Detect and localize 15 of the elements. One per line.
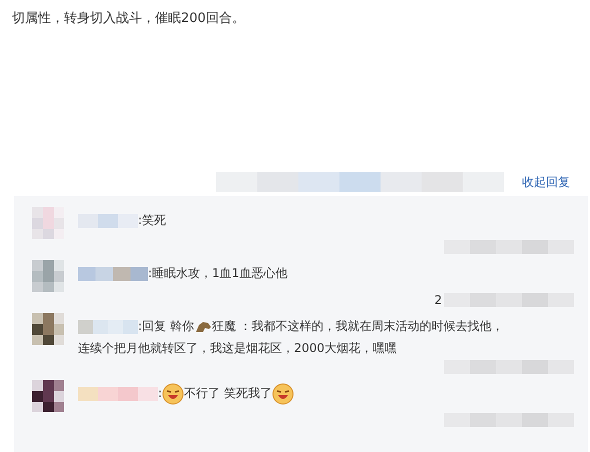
laughing-face-icon	[272, 382, 294, 405]
comment-text: 连续个把月他就转区了，我这是烟花区，2000大烟花，嘿嘿	[78, 340, 397, 357]
redacted-username	[78, 266, 148, 281]
redacted-username	[78, 320, 138, 334]
comment-text: :	[158, 386, 162, 400]
post-text: 切属性，转身切入战斗，催眠200回合。	[12, 11, 245, 26]
comment-text: :回复 斡你	[138, 319, 194, 333]
comment-text: :笑死	[138, 213, 166, 227]
horse-head-icon	[194, 320, 212, 334]
redacted-username	[78, 214, 138, 228]
comment-text: 不行了 笑死我了	[184, 386, 272, 400]
laughing-face-icon	[162, 382, 184, 405]
comment-text: 狂魔 ：我都不这样的，我就在周末活动的时候去找他，	[212, 319, 504, 333]
comment-text: :睡眠水攻，1血1血恶心他	[148, 266, 288, 280]
reply-time: 2	[434, 293, 442, 307]
